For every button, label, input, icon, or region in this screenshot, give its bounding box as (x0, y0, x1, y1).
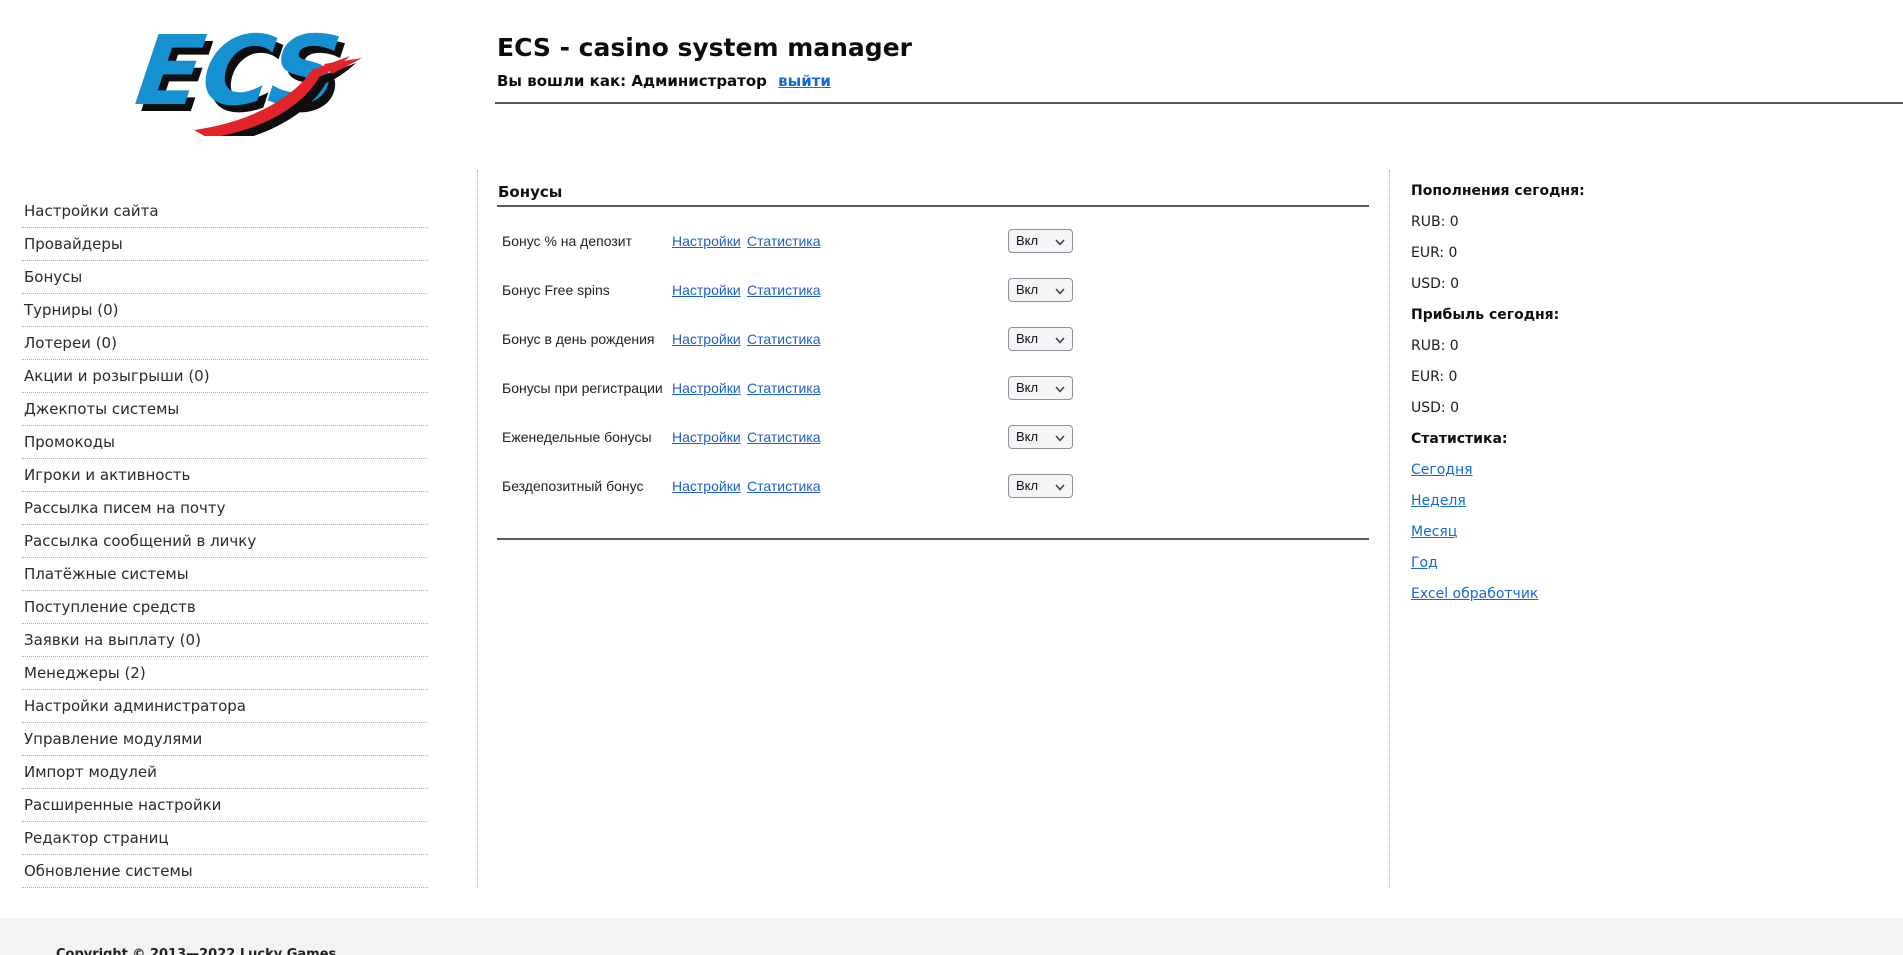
bonus-statistics-link[interactable]: Статистика (747, 478, 821, 494)
bonus-state-select-wrap: Вкл (1008, 229, 1073, 253)
bonus-state-select-wrap: Вкл (1008, 278, 1073, 302)
sidebar-item-module-management[interactable]: Управление модулями (22, 723, 428, 756)
bonus-label: Бездепозитный бонус (502, 478, 643, 494)
sidebar-item-promocodes[interactable]: Промокоды (22, 426, 428, 459)
bonus-label: Еженедельные бонусы (502, 429, 652, 445)
bonus-list: Бонус % на депозит Настройки Статистика … (497, 216, 1369, 510)
statistics-title: Статистика: (1411, 430, 1731, 448)
bonus-state-select[interactable]: Вкл (1009, 475, 1072, 497)
bonus-label: Бонус в день рождения (502, 331, 655, 347)
bonus-settings-link[interactable]: Настройки (672, 478, 741, 494)
sidebar-item-payment-systems[interactable]: Платёжные системы (22, 558, 428, 591)
sidebar-item-managers[interactable]: Менеджеры (2) (22, 657, 428, 690)
deposits-eur-value: EUR: 0 (1411, 244, 1731, 262)
bonus-state-select[interactable]: Вкл (1009, 279, 1072, 301)
sidebar-item-lotteries[interactable]: Лотереи (0) (22, 327, 428, 360)
sidebar-item-players[interactable]: Игроки и активность (22, 459, 428, 492)
sidebar-item-promotions[interactable]: Акции и розыгрыши (0) (22, 360, 428, 393)
bonus-state-select-wrap: Вкл (1008, 327, 1073, 351)
bonus-statistics-link[interactable]: Статистика (747, 429, 821, 445)
bonus-statistics-link[interactable]: Статистика (747, 233, 821, 249)
copyright-text: Copyright © 2013—2022 Lucky Games (56, 947, 336, 955)
sidebar-item-module-import[interactable]: Импорт модулей (22, 756, 428, 789)
bonus-settings-link[interactable]: Настройки (672, 233, 741, 249)
page-title: ECS - casino system manager (497, 33, 912, 62)
main-rightpanel-divider (1389, 170, 1390, 888)
header-divider (495, 102, 1903, 104)
stats-excel-link[interactable]: Excel обработчик (1411, 585, 1538, 603)
deposits-today-title: Пополнения сегодня: (1411, 182, 1731, 200)
login-status-text: Вы вошли как: Администратор (497, 72, 767, 90)
login-status: Вы вошли как: Администратор выйти (497, 72, 831, 90)
deposits-usd-value: USD: 0 (1411, 275, 1731, 293)
stats-panel: Пополнения сегодня: RUB: 0 EUR: 0 USD: 0… (1411, 182, 1731, 616)
bonus-state-select-wrap: Вкл (1008, 474, 1073, 498)
sidebar-item-email-mailing[interactable]: Рассылка писем на почту (22, 492, 428, 525)
bonus-state-select[interactable]: Вкл (1009, 377, 1072, 399)
sidebar-item-pm-mailing[interactable]: Рассылка сообщений в личку (22, 525, 428, 558)
deposits-rub-value: RUB: 0 (1411, 213, 1731, 231)
sidebar-item-bonuses[interactable]: Бонусы (22, 261, 428, 294)
bonus-state-select-wrap: Вкл (1008, 425, 1073, 449)
bonus-statistics-link[interactable]: Статистика (747, 282, 821, 298)
bonus-state-select-wrap: Вкл (1008, 376, 1073, 400)
bonus-settings-link[interactable]: Настройки (672, 380, 741, 396)
bonus-row-no-deposit: Бездепозитный бонус Настройки Статистика… (497, 461, 1369, 510)
sidebar-item-site-settings[interactable]: Настройки сайта (22, 195, 428, 228)
sidebar-item-incoming-funds[interactable]: Поступление средств (22, 591, 428, 624)
profit-today-title: Прибыль сегодня: (1411, 306, 1731, 324)
bonus-settings-link[interactable]: Настройки (672, 331, 741, 347)
profit-rub-value: RUB: 0 (1411, 337, 1731, 355)
bonus-state-select[interactable]: Вкл (1009, 230, 1072, 252)
sidebar-main-divider (477, 170, 478, 888)
bonus-label: Бонус % на депозит (502, 233, 632, 249)
sidebar-item-advanced-settings[interactable]: Расширенные настройки (22, 789, 428, 822)
bonus-row-deposit-percent: Бонус % на депозит Настройки Статистика … (497, 216, 1369, 265)
bonus-label: Бонус Free spins (502, 282, 610, 298)
stats-month-link[interactable]: Месяц (1411, 523, 1457, 541)
sidebar-menu: Настройки сайта Провайдеры Бонусы Турнир… (22, 195, 428, 888)
bonus-settings-link[interactable]: Настройки (672, 429, 741, 445)
bonus-statistics-link[interactable]: Статистика (747, 380, 821, 396)
section-divider-bottom (497, 538, 1369, 540)
logout-link[interactable]: выйти (778, 72, 831, 90)
sidebar-item-providers[interactable]: Провайдеры (22, 228, 428, 261)
bonus-settings-link[interactable]: Настройки (672, 282, 741, 298)
stats-today-link[interactable]: Сегодня (1411, 461, 1473, 479)
ecs-logo: ECS ECS (116, 12, 364, 136)
bonus-row-free-spins: Бонус Free spins Настройки Статистика Вк… (497, 265, 1369, 314)
stats-year-link[interactable]: Год (1411, 554, 1438, 572)
bonus-row-weekly: Еженедельные бонусы Настройки Статистика… (497, 412, 1369, 461)
section-divider-top (497, 205, 1369, 207)
sidebar-item-system-update[interactable]: Обновление системы (22, 855, 428, 888)
sidebar-item-jackpots[interactable]: Джекпоты системы (22, 393, 428, 426)
bonus-statistics-link[interactable]: Статистика (747, 331, 821, 347)
stats-week-link[interactable]: Неделя (1411, 492, 1466, 510)
sidebar-item-admin-settings[interactable]: Настройки администратора (22, 690, 428, 723)
bonus-row-birthday: Бонус в день рождения Настройки Статисти… (497, 314, 1369, 363)
bonus-label: Бонусы при регистрации (502, 380, 663, 396)
bonus-state-select[interactable]: Вкл (1009, 426, 1072, 448)
section-title: Бонусы (498, 183, 562, 201)
footer: Copyright © 2013—2022 Lucky Games (0, 918, 1903, 955)
bonus-state-select[interactable]: Вкл (1009, 328, 1072, 350)
sidebar-item-tournaments[interactable]: Турниры (0) (22, 294, 428, 327)
page: ECS ECS ECS - casino system manager Вы в… (0, 0, 1903, 955)
sidebar-item-payout-requests[interactable]: Заявки на выплату (0) (22, 624, 428, 657)
profit-usd-value: USD: 0 (1411, 399, 1731, 417)
profit-eur-value: EUR: 0 (1411, 368, 1731, 386)
sidebar-item-page-editor[interactable]: Редактор страниц (22, 822, 428, 855)
bonus-row-registration: Бонусы при регистрации Настройки Статист… (497, 363, 1369, 412)
